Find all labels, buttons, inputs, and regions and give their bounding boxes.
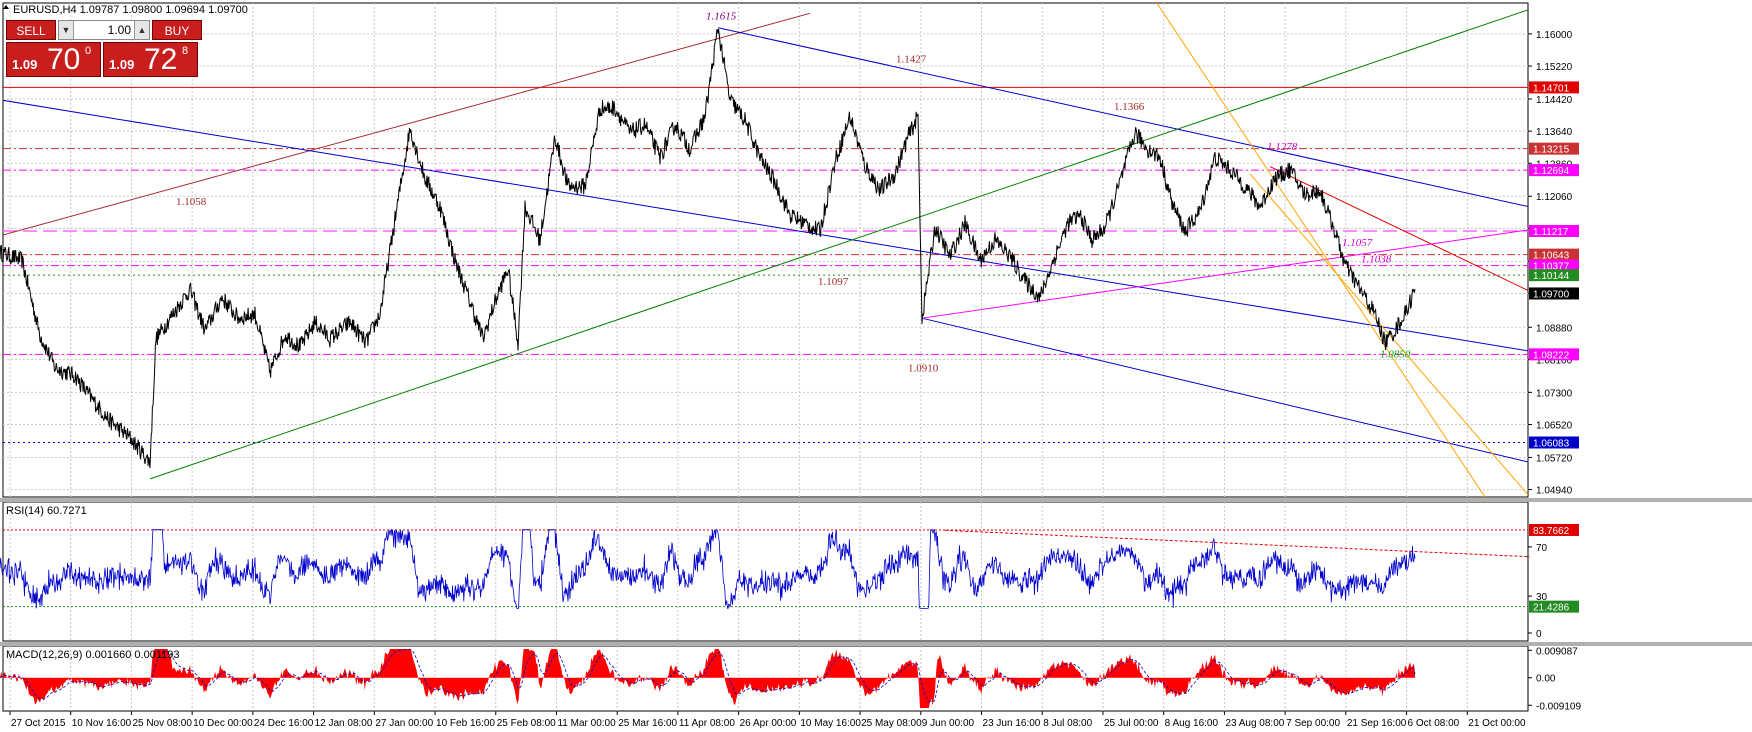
price-level-tag-label: 1.14701 xyxy=(1533,83,1570,94)
chart-canvas: 1.1615 1.1427 1.1366 1.1278 1.1058 1.1057 1.10… xyxy=(0,0,1752,732)
price-level-tag-label: 1.11217 xyxy=(1533,227,1569,238)
time-tick-label: 25 Jul 00:00 xyxy=(1104,718,1159,729)
lot-input[interactable]: 1.00 xyxy=(75,21,133,39)
price-level-tag-label: 1.12694 xyxy=(1533,166,1570,177)
buy-button[interactable]: BUY xyxy=(152,20,202,40)
price-annotation: 1.0910 xyxy=(908,363,939,375)
rsi-level-tag-label: 83.7662 xyxy=(1533,526,1570,537)
time-tick-label: 8 Jul 08:00 xyxy=(1043,718,1092,729)
price-tick-label: 1.16000 xyxy=(1536,30,1573,41)
time-tick-label: 6 Oct 08:00 xyxy=(1408,718,1460,729)
rsi-level-tag-label: 21.4286 xyxy=(1533,603,1570,614)
price-annotation: 1.1366 xyxy=(1114,101,1145,113)
buy-price-box[interactable]: 1.09 72 8 xyxy=(103,42,198,77)
time-tick-label: 11 Mar 00:00 xyxy=(557,718,616,729)
panel-separator[interactable] xyxy=(0,642,1752,646)
macd-tick-label: 0.009087 xyxy=(1536,646,1578,657)
time-tick-label: 25 May 08:00 xyxy=(861,718,922,729)
time-tick-label: 24 Dec 16:00 xyxy=(254,718,314,729)
price-tick-label: 1.14420 xyxy=(1536,95,1573,106)
lot-stepper[interactable]: ▼ 1.00 ▲ xyxy=(58,20,150,40)
price-tick-label: 1.04940 xyxy=(1536,486,1573,497)
price-tick-label: 1.12060 xyxy=(1536,192,1573,203)
rsi-title: RSI(14) 60.7271 xyxy=(6,505,87,517)
macd-title: MACD(12,26,9) 0.001660 0.001193 xyxy=(6,649,179,661)
sell-price-fraction: 0 xyxy=(85,45,92,57)
time-tick-label: 23 Aug 08:00 xyxy=(1225,718,1284,729)
symbol-title: EURUSD,H4 1.09787 1.09800 1.09694 1.0970… xyxy=(13,4,248,16)
panel-separator[interactable] xyxy=(0,498,1752,502)
time-tick-label: 25 Mar 16:00 xyxy=(618,718,677,729)
price-annotation: 1.1057 xyxy=(1342,237,1373,249)
sell-price-pips: 70 xyxy=(47,43,81,76)
sell-price-box[interactable]: 1.09 70 0 xyxy=(6,42,101,77)
sell-button[interactable]: SELL xyxy=(6,20,56,40)
time-tick-label: 9 Jun 00:00 xyxy=(922,718,975,729)
time-tick-label: 21 Sep 16:00 xyxy=(1347,718,1407,729)
time-tick-label: 27 Oct 2015 xyxy=(11,718,66,729)
rsi-tick-label: 0 xyxy=(1536,629,1542,640)
macd-tick-label: -0.009109 xyxy=(1536,701,1581,712)
time-tick-label: 7 Sep 00:00 xyxy=(1286,718,1340,729)
time-tick-label: 10 Nov 16:00 xyxy=(72,718,132,729)
price-annotation: 1.1038 xyxy=(1361,254,1392,266)
buy-price-fraction: 8 xyxy=(182,45,189,57)
price-level-tag-label: 1.09700 xyxy=(1533,289,1570,300)
time-tick-label: 10 Dec 00:00 xyxy=(193,718,253,729)
price-annotation: 1.1427 xyxy=(896,54,927,66)
time-tick-label: 25 Nov 08:00 xyxy=(132,718,192,729)
price-level-tag-label: 1.08222 xyxy=(1533,350,1570,361)
lot-decrease-icon[interactable]: ▼ xyxy=(59,21,74,39)
time-tick-label: 21 Oct 00:00 xyxy=(1468,718,1526,729)
time-tick-label: 25 Feb 08:00 xyxy=(497,718,556,729)
rsi-tick-label: 30 xyxy=(1536,592,1548,603)
price-annotation: 1.1615 xyxy=(706,10,737,22)
time-tick-label: 8 Aug 16:00 xyxy=(1165,718,1219,729)
price-tick-label: 1.05720 xyxy=(1536,453,1573,464)
price-level-tag-label: 1.13215 xyxy=(1533,145,1570,156)
price-tick-label: 1.08880 xyxy=(1536,323,1573,334)
rsi-tick-label: 70 xyxy=(1536,543,1548,554)
time-tick-label: 26 Apr 00:00 xyxy=(740,718,797,729)
price-annotation: 1.1278 xyxy=(1267,141,1298,153)
price-tick-label: 1.15220 xyxy=(1536,62,1573,73)
price-level-tag-label: 1.06083 xyxy=(1533,438,1570,449)
price-annotation: 1.0850 xyxy=(1380,348,1411,360)
buy-price-prefix: 1.09 xyxy=(109,57,135,72)
price-annotation: 1.1097 xyxy=(818,276,849,288)
time-tick-label: 10 May 16:00 xyxy=(800,718,861,729)
time-tick-label: 23 Jun 16:00 xyxy=(983,718,1041,729)
price-tick-label: 1.07300 xyxy=(1536,388,1573,399)
one-click-trading-panel: SELL ▼ 1.00 ▲ BUY 1.09 70 0 1.09 72 8 xyxy=(4,20,202,77)
price-tick-label: 1.06520 xyxy=(1536,420,1573,431)
price-level-tag-label: 1.10144 xyxy=(1533,271,1570,282)
price-annotation: 1.1058 xyxy=(176,196,207,208)
time-tick-label: 27 Jan 00:00 xyxy=(375,718,433,729)
sell-price-prefix: 1.09 xyxy=(12,57,38,72)
mt4-chart-window: 1.1615 1.1427 1.1366 1.1278 1.1058 1.1057 1.10… xyxy=(0,0,1752,732)
buy-price-pips: 72 xyxy=(144,43,178,76)
price-tick-label: 1.13640 xyxy=(1536,127,1573,138)
time-tick-label: 12 Jan 08:00 xyxy=(315,718,373,729)
macd-tick-label: 0.00 xyxy=(1536,674,1556,685)
chart-background xyxy=(0,0,1752,732)
time-tick-label: 10 Feb 16:00 xyxy=(436,718,495,729)
time-tick-label: 11 Apr 08:00 xyxy=(679,718,735,729)
lot-increase-icon[interactable]: ▲ xyxy=(134,21,149,39)
